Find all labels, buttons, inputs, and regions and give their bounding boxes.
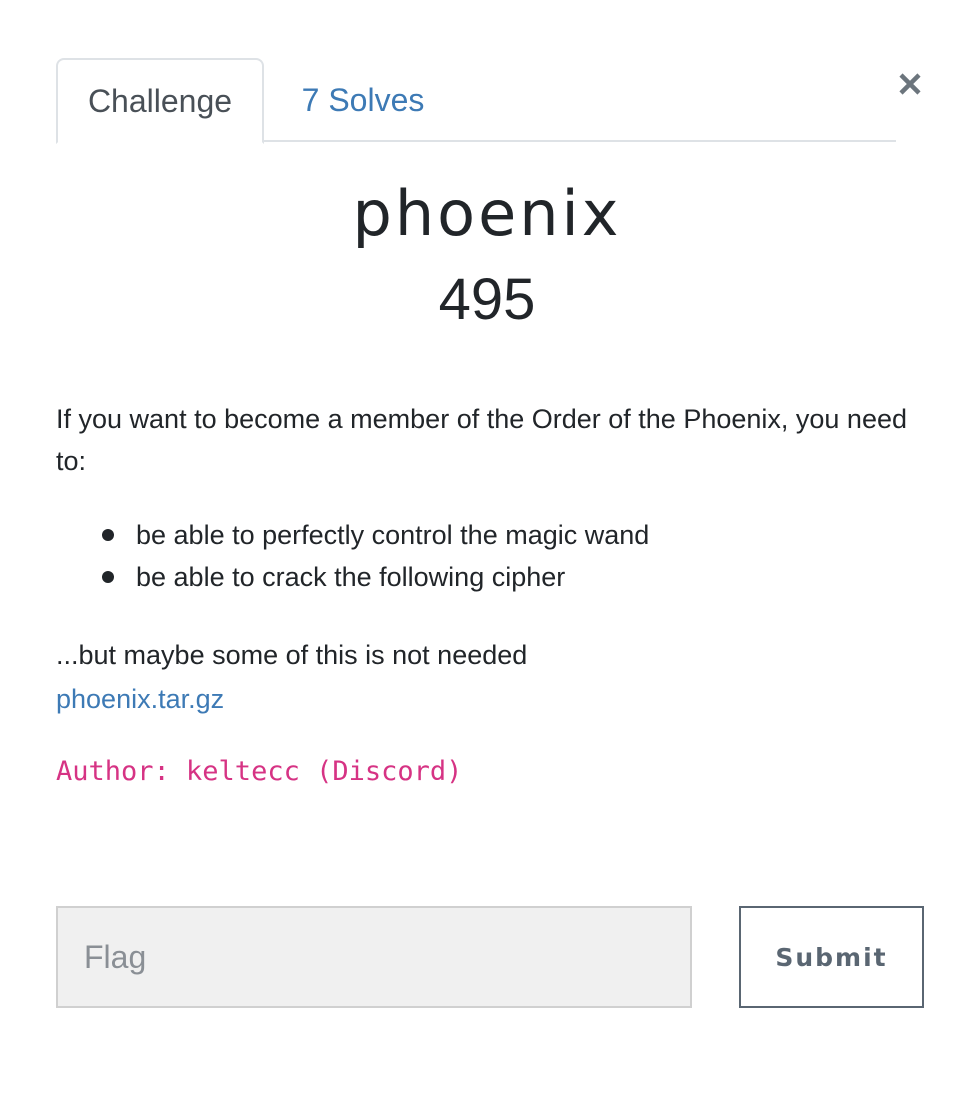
requirement-text: be able to perfectly control the magic w… [136, 520, 650, 550]
challenge-points: 495 [438, 267, 536, 332]
challenge-name: phoenix [352, 177, 622, 250]
tab-solves[interactable]: 7 Solves [264, 58, 462, 142]
challenge-description: If you want to become a member of the Or… [56, 404, 907, 476]
requirement-text: be able to crack the following cipher [136, 562, 566, 592]
challenge-note: ...but maybe some of this is not needed [56, 640, 528, 670]
flag-input[interactable] [56, 906, 692, 1008]
list-item: be able to perfectly control the magic w… [100, 514, 860, 556]
bullet-icon [102, 529, 114, 541]
tab-challenge-label: Challenge [87, 82, 233, 119]
submit-button-label: Submit [775, 942, 888, 972]
close-icon [899, 73, 921, 95]
close-button[interactable] [894, 64, 926, 104]
file-download-link[interactable]: phoenix.tar.gz [56, 678, 224, 720]
author-credit: Author: keltecc (Discord) [56, 756, 463, 787]
challenge-tabs: Challenge 7 Solves [56, 58, 896, 144]
tab-challenge[interactable]: Challenge [56, 58, 264, 144]
tab-solves-label: 7 Solves [301, 81, 425, 118]
bullet-icon [102, 571, 114, 583]
list-item: be able to crack the following cipher [100, 556, 860, 598]
submit-button[interactable]: Submit [739, 906, 924, 1008]
requirements-list: be able to perfectly control the magic w… [100, 514, 860, 598]
